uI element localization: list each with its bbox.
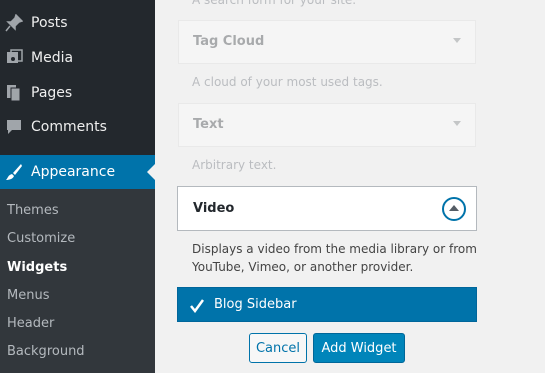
widget-title: Tag Cloud	[193, 34, 265, 49]
admin-sidebar: Posts Media Pages Comments Appearance Th…	[0, 0, 155, 373]
submenu-header[interactable]: Header	[7, 316, 54, 331]
video-desc: Displays a video from the media library …	[192, 242, 477, 274]
nav-comments-label: Comments	[31, 119, 107, 135]
caret-up-icon	[449, 205, 459, 211]
current-indicator	[147, 164, 155, 180]
appearance-submenu: Themes Customize Widgets Menus Header Ba…	[0, 189, 155, 373]
tag-cloud-desc: A cloud of your most used tags.	[192, 75, 383, 89]
nav-media-label: Media	[31, 50, 74, 66]
collapse-toggle-button[interactable]	[442, 197, 466, 221]
nav-media[interactable]: Media	[0, 41, 155, 75]
widget-tag-cloud[interactable]: Tag Cloud	[178, 20, 476, 64]
comment-icon	[4, 117, 24, 137]
submenu-background[interactable]: Background	[7, 344, 85, 359]
add-widget-button[interactable]: Add Widget	[313, 333, 405, 363]
widgets-main: A search form for your site. Tag Cloud A…	[155, 0, 545, 373]
submenu-menus[interactable]: Menus	[7, 288, 49, 303]
nav-pages[interactable]: Pages	[0, 76, 155, 110]
cancel-button[interactable]: Cancel	[249, 333, 307, 363]
text-desc: Arbitrary text.	[192, 158, 277, 172]
widget-video[interactable]: Video	[177, 186, 477, 231]
pin-icon	[4, 13, 24, 33]
nav-posts-label: Posts	[31, 15, 68, 31]
widget-title: Video	[193, 201, 235, 216]
nav-posts[interactable]: Posts	[0, 6, 155, 40]
paintbrush-icon	[4, 162, 24, 182]
pages-icon	[4, 83, 24, 103]
submenu-customize[interactable]: Customize	[7, 231, 75, 246]
checkmark-icon	[190, 298, 205, 314]
caret-down-icon	[453, 121, 461, 126]
nav-appearance-label: Appearance	[31, 164, 116, 180]
submenu-widgets[interactable]: Widgets	[7, 260, 67, 275]
submenu-themes[interactable]: Themes	[7, 203, 59, 218]
sidebar-choice-label: Blog Sidebar	[214, 297, 297, 312]
media-icon	[4, 48, 24, 68]
search-widget-desc: A search form for your site.	[192, 0, 357, 7]
nav-appearance[interactable]: Appearance	[0, 155, 155, 189]
nav-comments[interactable]: Comments	[0, 110, 155, 144]
nav-pages-label: Pages	[31, 85, 73, 101]
caret-down-icon	[453, 38, 461, 43]
widget-title: Text	[193, 117, 224, 132]
sidebar-choice-blog-sidebar[interactable]: Blog Sidebar	[177, 287, 477, 322]
widget-text[interactable]: Text	[178, 103, 476, 147]
